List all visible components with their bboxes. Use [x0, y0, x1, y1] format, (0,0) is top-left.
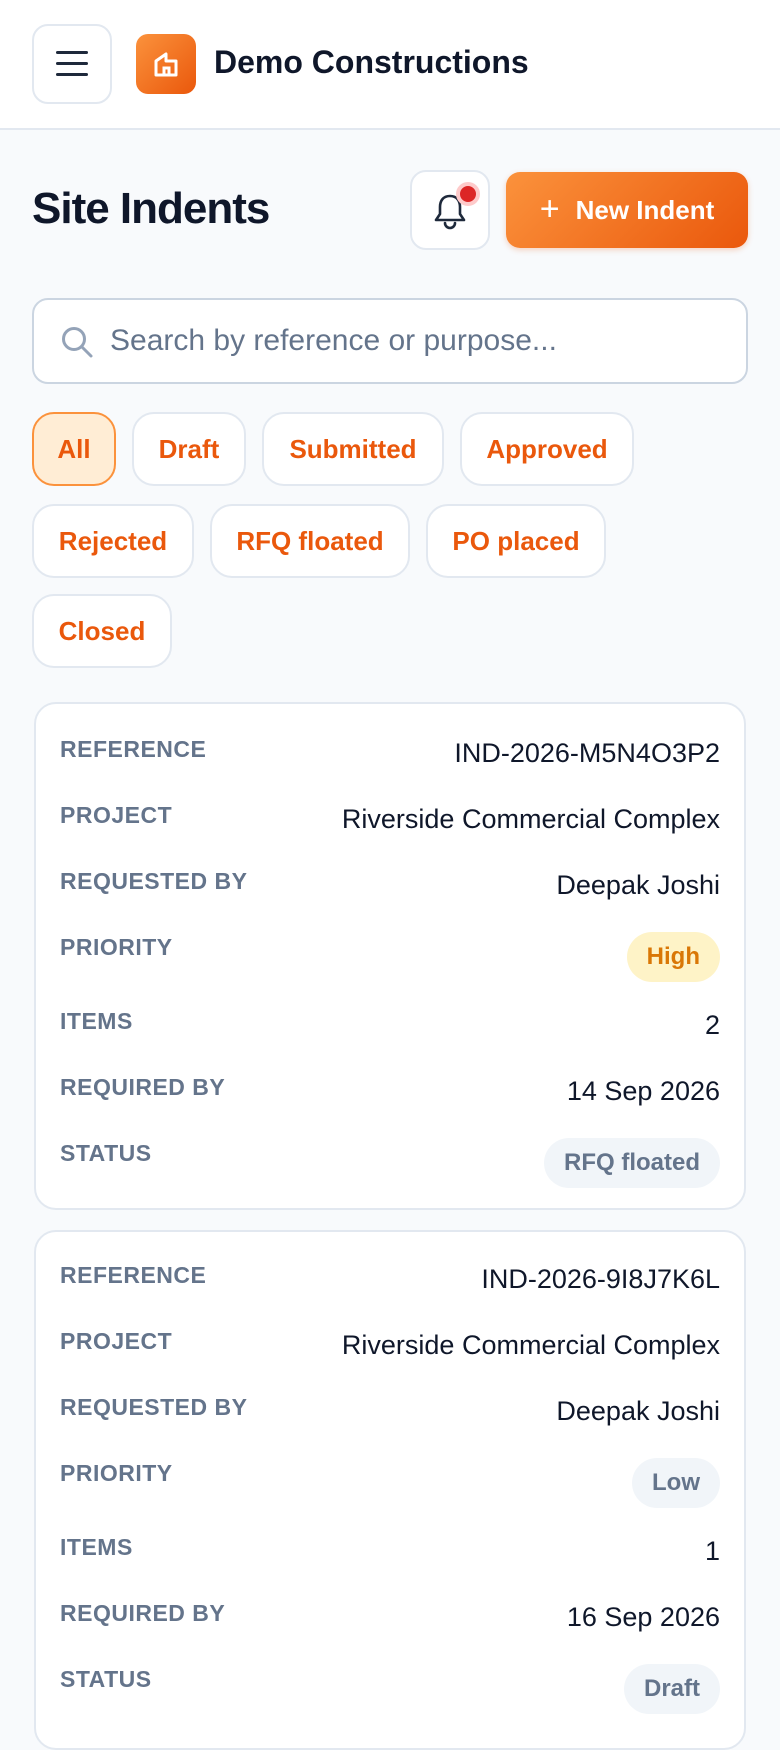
indent-card[interactable]: REFERENCE IND-2026-M5N4O3P2 PROJECT Rive… [34, 702, 746, 1210]
search-box [32, 298, 748, 384]
items-row: ITEMS 2 [60, 1008, 720, 1048]
required-by-row: REQUIRED BY 16 Sep 2026 [60, 1600, 720, 1640]
reference-value: IND-2026-9I8J7K6L [481, 1264, 720, 1294]
items-row: ITEMS 1 [60, 1534, 720, 1574]
notifications-button[interactable] [410, 170, 490, 250]
indent-card[interactable]: REFERENCE IND-2026-9I8J7K6L PROJECT Rive… [34, 1230, 746, 1750]
page-title: Site Indents [32, 184, 270, 233]
search-icon [62, 327, 93, 358]
requested-by-label: REQUESTED BY [60, 1394, 248, 1420]
hamburger-menu-icon [56, 51, 88, 77]
priority-label: PRIORITY [60, 934, 173, 960]
items-label: ITEMS [60, 1008, 133, 1034]
filter-chip-all[interactable]: All [32, 412, 116, 486]
new-indent-label: New Indent [575, 194, 715, 225]
filter-chip-rfq-floated[interactable]: RFQ floated [210, 504, 410, 578]
reference-value: IND-2026-M5N4O3P2 [454, 738, 720, 768]
status-row: STATUS Draft [60, 1664, 720, 1714]
items-value: 1 [704, 1536, 720, 1566]
requested-by-label: REQUESTED BY [60, 868, 248, 894]
notification-dot [456, 182, 480, 206]
requested-by-row: REQUESTED BY Deepak Joshi [60, 1394, 720, 1434]
plus-icon: + [539, 190, 560, 228]
filter-chip-approved[interactable]: Approved [460, 412, 634, 486]
filter-chip-submitted[interactable]: Submitted [262, 412, 444, 486]
project-value: Riverside Commercial Complex [341, 1330, 720, 1360]
requested-by-value: Deepak Joshi [556, 870, 720, 900]
items-value: 2 [704, 1010, 720, 1040]
project-row: PROJECT Riverside Commercial Complex [60, 802, 720, 842]
building-logo-icon [136, 34, 196, 94]
project-value: Riverside Commercial Complex [341, 804, 720, 834]
priority-badge: Low [632, 1458, 720, 1508]
priority-row: PRIORITY High [60, 932, 720, 982]
search-input[interactable] [110, 302, 730, 380]
required-by-row: REQUIRED BY 14 Sep 2026 [60, 1074, 720, 1114]
reference-label: REFERENCE [60, 1262, 207, 1288]
new-indent-button[interactable]: + New Indent [506, 172, 748, 248]
status-label: STATUS [60, 1140, 152, 1166]
required-by-label: REQUIRED BY [60, 1074, 226, 1100]
priority-row: PRIORITY Low [60, 1458, 720, 1508]
status-badge: Draft [623, 1664, 720, 1714]
reference-label: REFERENCE [60, 736, 207, 762]
filter-chip-rejected[interactable]: Rejected [32, 504, 194, 578]
filter-chip-closed[interactable]: Closed [32, 594, 172, 668]
project-row: PROJECT Riverside Commercial Complex [60, 1328, 720, 1368]
requested-by-value: Deepak Joshi [556, 1396, 720, 1426]
reference-row: REFERENCE IND-2026-9I8J7K6L [60, 1262, 720, 1302]
required-by-value: 14 Sep 2026 [566, 1076, 720, 1106]
priority-badge: High [626, 932, 720, 982]
status-row: STATUS RFQ floated [60, 1138, 720, 1188]
filter-chip-draft[interactable]: Draft [132, 412, 246, 486]
brand-name: Demo Constructions [214, 44, 529, 80]
reference-row: REFERENCE IND-2026-M5N4O3P2 [60, 736, 720, 776]
top-bar: Demo Constructions [0, 0, 780, 130]
project-label: PROJECT [60, 1328, 173, 1354]
project-label: PROJECT [60, 802, 173, 828]
required-by-value: 16 Sep 2026 [566, 1602, 720, 1632]
menu-button[interactable] [32, 24, 112, 104]
priority-label: PRIORITY [60, 1460, 173, 1486]
items-label: ITEMS [60, 1534, 133, 1560]
requested-by-row: REQUESTED BY Deepak Joshi [60, 868, 720, 908]
status-label: STATUS [60, 1666, 152, 1692]
status-badge: RFQ floated [544, 1138, 720, 1188]
filter-chip-po-placed[interactable]: PO placed [426, 504, 606, 578]
required-by-label: REQUIRED BY [60, 1600, 226, 1626]
